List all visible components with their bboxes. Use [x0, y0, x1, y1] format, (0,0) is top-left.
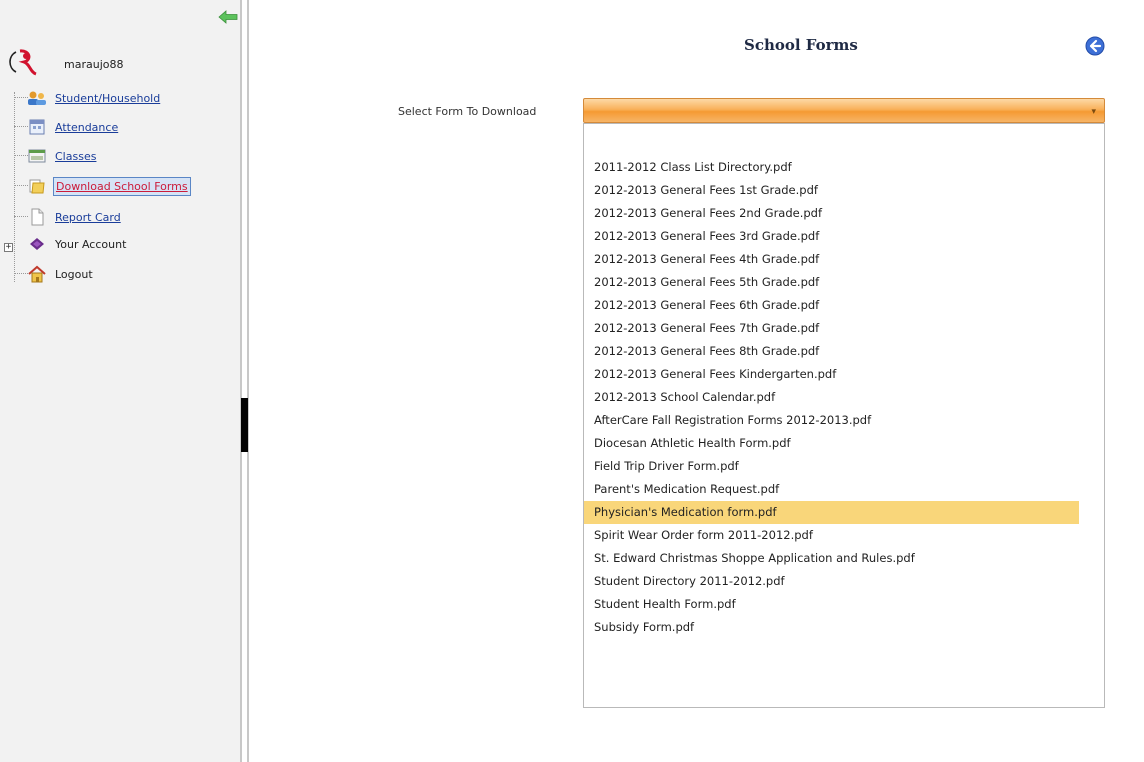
back-arrow-icon[interactable] [1085, 36, 1105, 56]
select-form-label: Select Form To Download [398, 105, 537, 118]
nav-item-your-account[interactable]: Your Account [26, 232, 236, 256]
nav-item-label[interactable]: Download School Forms [53, 176, 191, 196]
document-icon [26, 207, 48, 227]
nav-item-student-household[interactable]: Student/Household [26, 86, 236, 110]
collapse-pane-arrow-icon[interactable] [218, 10, 238, 24]
splitter-grip-handle[interactable] [241, 398, 248, 452]
nav-item-classes[interactable]: Classes [26, 144, 236, 168]
dropdown-arrow-icon[interactable]: ▾ [1091, 107, 1096, 117]
pane-splitter[interactable] [240, 0, 249, 762]
navigation-pane: maraujo88 Student/Household Attendance C… [0, 0, 240, 762]
form-option[interactable]: 2012-2013 General Fees Kindergarten.pdf [584, 363, 1079, 386]
form-option[interactable]: Subsidy Form.pdf [584, 616, 1079, 639]
classes-icon [26, 146, 48, 166]
form-option[interactable]: St. Edward Christmas Shoppe Application … [584, 547, 1079, 570]
account-icon [26, 234, 48, 254]
nav-item-label[interactable]: Attendance [53, 119, 120, 136]
form-option[interactable]: Student Directory 2011-2012.pdf [584, 570, 1079, 593]
form-option[interactable]: 2012-2013 General Fees 3rd Grade.pdf [584, 225, 1079, 248]
form-option[interactable]: 2012-2013 General Fees 5th Grade.pdf [584, 271, 1079, 294]
expand-toggle-icon[interactable]: + [4, 243, 13, 252]
nav-item-report-card[interactable]: Report Card [26, 205, 236, 229]
form-option[interactable]: 2012-2013 General Fees 7th Grade.pdf [584, 317, 1079, 340]
form-option[interactable]: Spirit Wear Order form 2011-2012.pdf [584, 524, 1079, 547]
form-option[interactable]: AfterCare Fall Registration Forms 2012-2… [584, 409, 1079, 432]
nav-item-label[interactable]: Classes [53, 148, 98, 165]
nav-item-attendance[interactable]: Attendance [26, 115, 236, 139]
form-option[interactable]: Parent's Medication Request.pdf [584, 478, 1079, 501]
form-option[interactable]: Diocesan Athletic Health Form.pdf [584, 432, 1079, 455]
form-option[interactable]: 2012-2013 General Fees 6th Grade.pdf [584, 294, 1079, 317]
folder-icon [26, 176, 48, 196]
nav-item-logout[interactable]: Logout [26, 262, 236, 286]
form-options-list[interactable]: 2011-2012 Class List Directory.pdf 2012-2… [583, 123, 1105, 708]
form-option[interactable]: 2012-2013 General Fees 4th Grade.pdf [584, 248, 1079, 271]
form-option[interactable]: 2012-2013 General Fees 2nd Grade.pdf [584, 202, 1079, 225]
username-label: maraujo88 [64, 58, 124, 71]
form-option[interactable]: Field Trip Driver Form.pdf [584, 455, 1079, 478]
nav-item-label[interactable]: Student/Household [53, 90, 162, 107]
form-select-dropdown[interactable]: ▾ [583, 98, 1105, 123]
calendar-icon [26, 117, 48, 137]
nav-item-download-school-forms[interactable]: Download School Forms [26, 174, 236, 198]
nav-item-label[interactable]: Logout [53, 266, 95, 283]
form-option[interactable]: Physician's Medication form.pdf [584, 501, 1079, 524]
form-option[interactable]: Student Health Form.pdf [584, 593, 1079, 616]
form-option[interactable]: 2012-2013 General Fees 1st Grade.pdf [584, 179, 1079, 202]
form-option[interactable]: 2011-2012 Class List Directory.pdf [584, 156, 1079, 179]
school-logo-icon [9, 49, 37, 76]
nav-item-label[interactable]: Report Card [53, 209, 123, 226]
form-option[interactable]: 2012-2013 General Fees 8th Grade.pdf [584, 340, 1079, 363]
nav-item-label[interactable]: Your Account [53, 236, 128, 253]
navigation-tree: Student/Household Attendance Classes Dow… [0, 84, 240, 314]
home-icon [26, 264, 48, 284]
household-icon [26, 88, 48, 108]
form-option[interactable]: 2012-2013 School Calendar.pdf [584, 386, 1079, 409]
page-title: School Forms [744, 36, 858, 54]
